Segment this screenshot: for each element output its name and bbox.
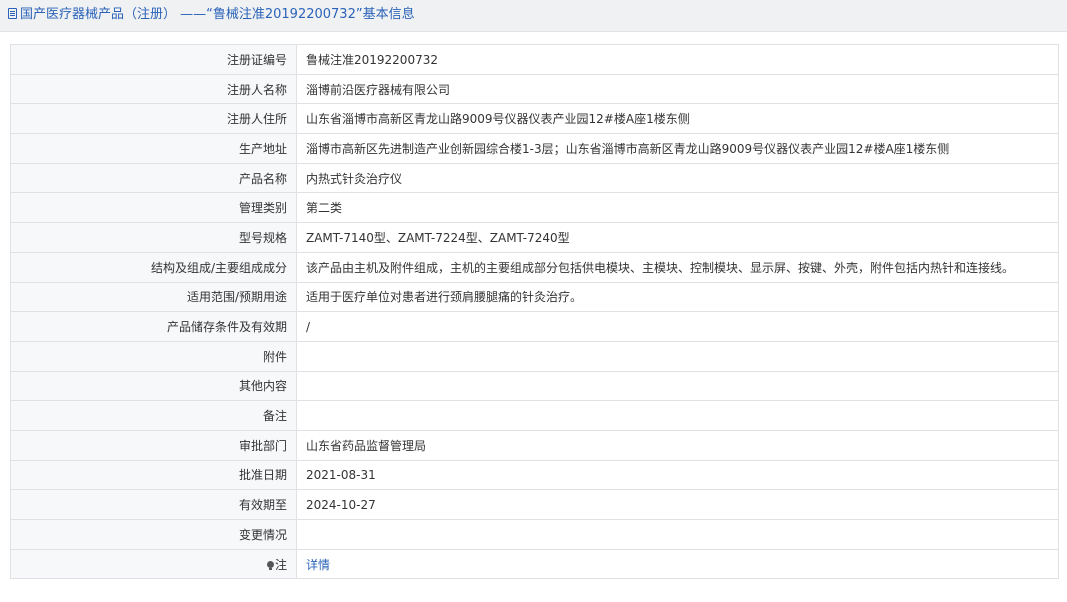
row-label: 审批部门 xyxy=(10,429,297,461)
table-row: 生产地址 淄博市高新区先进制造产业创新园综合楼1-3层；山东省淄博市高新区青龙山路… xyxy=(10,133,1059,164)
row-label: 批准日期 xyxy=(10,459,297,491)
row-value: 第二类 xyxy=(296,192,1059,224)
row-value: 2021-08-31 xyxy=(296,459,1059,491)
details-link[interactable]: 详情 xyxy=(306,558,330,572)
row-label: 注册人住所 xyxy=(10,103,297,135)
table-row: 备注 xyxy=(10,400,1059,431)
row-label: 注册人名称 xyxy=(10,73,297,105)
row-value: 淄博市高新区先进制造产业创新园综合楼1-3层；山东省淄博市高新区青龙山路9009… xyxy=(296,133,1059,164)
table-row: 注册人名称 淄博前沿医疗器械有限公司 xyxy=(10,73,1059,105)
table-row: 审批部门 山东省药品监督管理局 xyxy=(10,429,1059,461)
row-label: 型号规格 xyxy=(10,222,297,253)
table-row: 结构及组成/主要组成成分 该产品由主机及附件组成，主机的主要组成部分包括供电模块、… xyxy=(10,251,1059,283)
note-label-cell: 注 xyxy=(10,548,297,580)
row-value: 该产品由主机及附件组成，主机的主要组成部分包括供电模块、主模块、控制模块、显示屏… xyxy=(296,251,1059,283)
note-row: 注 详情 xyxy=(10,548,1059,580)
row-label: 注册证编号 xyxy=(10,44,297,75)
row-label: 备注 xyxy=(10,400,297,431)
table-row: 变更情况 xyxy=(10,519,1059,550)
row-value: ZAMT-7140型、ZAMT-7224型、ZAMT-7240型 xyxy=(296,222,1059,253)
table-row: 注册证编号 鲁械注准20192200732 xyxy=(10,44,1059,75)
info-table: 注册证编号 鲁械注准20192200732 注册人名称 淄博前沿医疗器械有限公司 注… xyxy=(10,44,1059,580)
page-header: 国产医疗器械产品（注册） ——“鲁械注准20192200732”基本信息 xyxy=(0,0,1067,32)
row-label: 其他内容 xyxy=(10,370,297,402)
row-value xyxy=(296,370,1059,402)
note-label: 注 xyxy=(274,557,287,572)
table-row: 产品储存条件及有效期 / xyxy=(10,311,1059,342)
row-label: 适用范围/预期用途 xyxy=(10,281,297,313)
table-row: 其他内容 xyxy=(10,370,1059,402)
row-value: 适用于医疗单位对患者进行颈肩腰腿痛的针灸治疗。 xyxy=(296,281,1059,313)
row-label: 结构及组成/主要组成成分 xyxy=(10,251,297,283)
row-value: 鲁械注准20192200732 xyxy=(296,44,1059,75)
page-title: 国产医疗器械产品（注册） ——“鲁械注准20192200732”基本信息 xyxy=(20,7,415,22)
table-row: 批准日期 2021-08-31 xyxy=(10,459,1059,491)
table-row: 型号规格 ZAMT-7140型、ZAMT-7224型、ZAMT-7240型 xyxy=(10,222,1059,253)
row-value: 内热式针灸治疗仪 xyxy=(296,162,1059,194)
row-value: 山东省淄博市高新区青龙山路9009号仪器仪表产业园12#楼A座1楼东侧 xyxy=(296,103,1059,135)
table-row: 管理类别 第二类 xyxy=(10,192,1059,224)
document-icon xyxy=(8,8,17,19)
row-label: 变更情况 xyxy=(10,519,297,550)
table-row: 适用范围/预期用途 适用于医疗单位对患者进行颈肩腰腿痛的针灸治疗。 xyxy=(10,281,1059,313)
row-label: 管理类别 xyxy=(10,192,297,224)
row-value xyxy=(296,519,1059,550)
note-value-cell: 详情 xyxy=(296,548,1059,580)
table-row: 附件 xyxy=(10,340,1059,372)
table-row: 注册人住所 山东省淄博市高新区青龙山路9009号仪器仪表产业园12#楼A座1楼东侧 xyxy=(10,103,1059,135)
table-row: 产品名称 内热式针灸治疗仪 xyxy=(10,162,1059,194)
row-value: / xyxy=(296,311,1059,342)
row-label: 有效期至 xyxy=(10,489,297,520)
lightbulb-icon xyxy=(266,560,274,570)
row-label: 生产地址 xyxy=(10,133,297,164)
row-value xyxy=(296,400,1059,431)
row-label: 产品储存条件及有效期 xyxy=(10,311,297,342)
row-label: 附件 xyxy=(10,340,297,372)
row-value: 2024-10-27 xyxy=(296,489,1059,520)
row-value: 山东省药品监督管理局 xyxy=(296,429,1059,461)
table-row: 有效期至 2024-10-27 xyxy=(10,489,1059,520)
row-value: 淄博前沿医疗器械有限公司 xyxy=(296,73,1059,105)
row-label: 产品名称 xyxy=(10,162,297,194)
row-value xyxy=(296,340,1059,372)
